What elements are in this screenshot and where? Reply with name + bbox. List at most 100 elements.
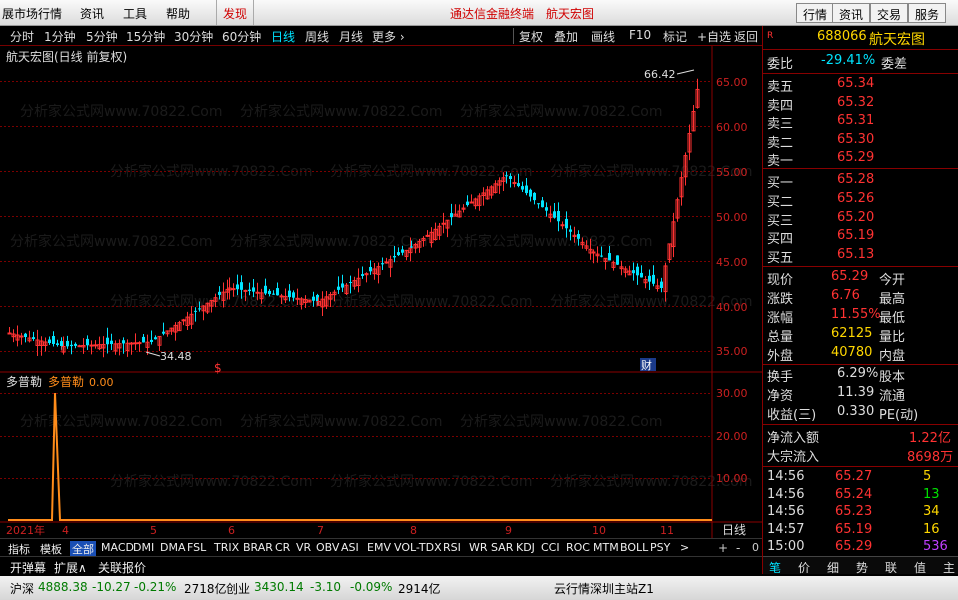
candle-body-down [401, 249, 404, 253]
indicator-tab-6[interactable]: FSL [187, 541, 206, 554]
f10-button[interactable]: F10 [629, 28, 651, 42]
flow-label: 净流入额 [767, 431, 820, 446]
indicator-tab-14[interactable]: VOL-TDX [394, 541, 442, 554]
cy-index-label[interactable]: 创业 [226, 580, 250, 597]
candle-body-down [541, 200, 544, 208]
dividend-mark[interactable]: $ [214, 361, 222, 375]
sh-index-label[interactable]: 沪深 [10, 580, 34, 597]
period-15min[interactable]: 15分钟 [126, 28, 165, 45]
indicator-tab-12[interactable]: ASI [341, 541, 359, 554]
indicator-tab-23[interactable]: PSY [650, 541, 670, 554]
period-fenshi[interactable]: 分时 [10, 28, 34, 45]
indicator-tab-22[interactable]: BOLL [620, 541, 648, 554]
period-weekly[interactable]: 周线 [305, 28, 329, 45]
tick-time: 14:56 [767, 504, 805, 520]
indicator-tab-4[interactable]: DMI [133, 541, 154, 554]
candle-body-down [268, 290, 271, 295]
indicator-tab-21[interactable]: MTM [593, 541, 619, 554]
candle-body-up [137, 342, 142, 345]
indicator-tab-13[interactable]: EMV [367, 541, 391, 554]
menu-help[interactable]: 帮助 [166, 5, 190, 22]
expand-toggle[interactable]: 扩展∧ [54, 559, 87, 576]
panel-tab-6[interactable]: 主 [943, 559, 955, 576]
sell-level-price: 65.29 [837, 150, 875, 165]
date-label-year: 2021年 [6, 523, 45, 537]
overlay-button[interactable]: 叠加 [554, 28, 578, 45]
indicator-tab-2[interactable]: 全部 [70, 541, 96, 557]
indicator-tab-7[interactable]: TRIX [214, 541, 239, 554]
toolbar-divider [513, 28, 514, 44]
zoom-reset-button[interactable]: 0 [752, 541, 759, 554]
divider [763, 424, 958, 425]
restore-rights-button[interactable]: 复权 [519, 28, 543, 45]
indicator-tab-3[interactable]: MACD [101, 541, 134, 554]
tab-trade-button[interactable]: 交易 [870, 3, 909, 23]
period-5min[interactable]: 5分钟 [86, 28, 118, 45]
watermark-text: 分析家公式网www.70822.Com [240, 103, 442, 120]
divider [763, 168, 958, 169]
candle-body-down [272, 293, 275, 295]
period-monthly[interactable]: 月线 [339, 28, 363, 45]
indicator-tab-16[interactable]: WR [469, 541, 488, 554]
indicator-tab-17[interactable]: SAR [491, 541, 513, 554]
tick-time: 14:57 [767, 521, 805, 537]
tab-news-button[interactable]: 资讯 [832, 3, 871, 23]
menu-tools[interactable]: 工具 [123, 5, 147, 22]
tab-quotes-button[interactable]: 行情 [796, 3, 835, 23]
indicator-tab-18[interactable]: KDJ [516, 541, 535, 554]
add-watchlist-button[interactable]: +自选 [697, 28, 731, 45]
grid-line [0, 351, 712, 352]
grid-line [0, 436, 712, 437]
panel-tab-2[interactable]: 细 [827, 559, 839, 576]
candle-body-up [441, 222, 446, 225]
watermark-text: 分析家公式网www.70822.Com [240, 413, 442, 430]
stat-label: 现价 [767, 273, 794, 288]
indicator-tab-10[interactable]: VR [296, 541, 311, 554]
period-daily-active[interactable]: 日线 [271, 28, 295, 45]
indicator-tab-5[interactable]: DMA [160, 541, 186, 554]
panel-tab-5[interactable]: 值 [914, 559, 926, 576]
menu-discover[interactable]: 发现 [216, 0, 255, 25]
draw-line-button[interactable]: 画线 [591, 28, 615, 45]
period-more[interactable]: 更多 › [372, 28, 405, 45]
panel-tab-4[interactable]: 联 [885, 559, 897, 576]
sell-level-price: 65.30 [837, 131, 875, 147]
menu-news[interactable]: 资讯 [80, 5, 104, 22]
zoom-out-button[interactable]: - [736, 541, 740, 555]
candle-body-down [194, 310, 197, 312]
zoom-in-button[interactable]: + [718, 541, 728, 555]
indicator-name: 多普勒 [6, 375, 42, 389]
indicator-tab-20[interactable]: ROC [566, 541, 590, 554]
panel-tab-3[interactable]: 势 [856, 559, 868, 576]
indicator-tab-24[interactable]: > [680, 541, 689, 554]
indicator-tab-1[interactable]: 模板 [40, 541, 62, 557]
candle-body-down [337, 286, 340, 290]
sell-level-label: 卖五 [767, 80, 794, 95]
finance-mark[interactable]: 财 [641, 358, 652, 372]
kline-chart-area[interactable]: 分析家公式网www.70822.Com 分析家公式网www.70822.Com 分析… [0, 46, 762, 538]
period-60min[interactable]: 60分钟 [222, 28, 261, 45]
menu-market[interactable]: 展市场行情 [2, 5, 62, 22]
indicator-tab-8[interactable]: BRAR [243, 541, 273, 554]
tick-price: 65.23 [835, 504, 873, 520]
panel-tab-0[interactable]: 笔 [769, 559, 781, 576]
panel-tab-1[interactable]: 价 [798, 559, 810, 576]
watermark-layer: 分析家公式网www.70822.Com 分析家公式网www.70822.Com 分析… [10, 103, 752, 490]
tab-service-button[interactable]: 服务 [908, 3, 947, 23]
back-button[interactable]: 返回 [734, 28, 758, 45]
danmu-toggle[interactable]: 开弹幕 [10, 559, 46, 576]
mark-button[interactable]: 标记 [663, 28, 687, 45]
indicator-tab-0[interactable]: 指标 [8, 541, 30, 557]
grid-line [0, 171, 712, 172]
period-30min[interactable]: 30分钟 [174, 28, 213, 45]
indicator-tab-11[interactable]: OBV [316, 541, 339, 554]
server-status[interactable]: 云行情深圳主站Z1 [554, 580, 654, 597]
indicator-tab-15[interactable]: RSI [443, 541, 461, 554]
sell-level-label: 卖一 [767, 154, 794, 169]
related-quotes-tab[interactable]: 关联报价 [98, 559, 146, 576]
tick-price: 65.27 [835, 469, 873, 484]
indicator-tab-9[interactable]: CR [275, 541, 290, 554]
period-1min[interactable]: 1分钟 [44, 28, 76, 45]
indicator-tab-19[interactable]: CCI [541, 541, 560, 554]
period-label[interactable]: 日线 [722, 523, 746, 537]
